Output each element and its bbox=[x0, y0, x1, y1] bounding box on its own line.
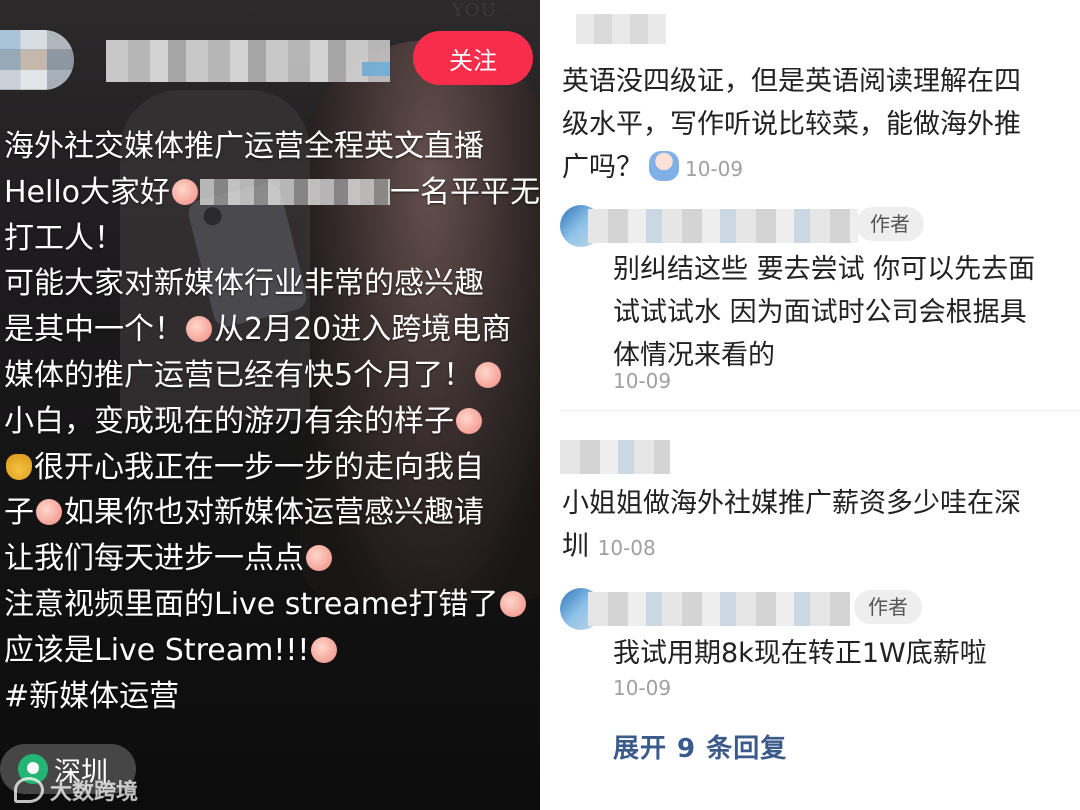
watermark-logo-icon bbox=[14, 777, 44, 803]
sticker-emoji-icon bbox=[311, 636, 338, 663]
comment-line: 我试用期8k现在转正1W底薪啦 bbox=[613, 638, 987, 669]
caption-text: Hello大家好 bbox=[4, 174, 171, 210]
comment-1[interactable]: 英语没四级证，但是英语阅读理解在四 级水平，写作听说比较菜，能做海外推 广吗？ 1… bbox=[562, 60, 1021, 191]
caption-text: 子 bbox=[4, 495, 34, 531]
sticker-emoji-icon bbox=[456, 407, 482, 434]
sticker-emoji-icon bbox=[500, 590, 527, 617]
author-reply-2[interactable]: 我试用期8k现在转正1W底薪啦 bbox=[613, 632, 987, 675]
comment-line: 英语没四级证，但是英语阅读理解在四 bbox=[562, 66, 1021, 97]
sticker-emoji-icon bbox=[186, 316, 212, 343]
watermark: 大数跨境 bbox=[14, 774, 138, 806]
comment-2[interactable]: 小姐姐做海外社媒推广薪资多少哇在深 圳 10-08 bbox=[562, 482, 1021, 570]
caption-line: #新媒体运营 bbox=[4, 674, 540, 720]
blurred-name bbox=[200, 178, 391, 205]
caption-line: 注意视频里面的Live streame打错了 bbox=[4, 582, 540, 628]
creator-avatar[interactable] bbox=[0, 30, 74, 90]
author-name-blurred bbox=[588, 209, 858, 243]
sticker-emoji-icon bbox=[36, 499, 62, 526]
author-name-blurred bbox=[588, 592, 850, 626]
author-badge: 作者 bbox=[854, 590, 922, 624]
caption-text: 应该是Live Stream!!! bbox=[4, 632, 310, 668]
comment-date: 10-09 bbox=[613, 676, 672, 700]
caption-text: 是其中一个！ bbox=[4, 312, 184, 348]
caption-line: 很开心我正在一步一步的走向我自 bbox=[4, 445, 540, 491]
commenter-name-blurred bbox=[560, 440, 670, 474]
caption-line: Hello大家好 一名平平无 bbox=[4, 170, 540, 216]
sticker-emoji-icon bbox=[475, 361, 502, 388]
caption-line: 可能大家对新媒体行业非常的感兴趣 bbox=[4, 261, 540, 307]
caption-line: 打工人！ bbox=[4, 216, 540, 262]
comment-line: 别纠结这些 要去尝试 你可以先去面 bbox=[613, 254, 1036, 285]
expand-replies-link[interactable]: 展开 9 条回复 bbox=[613, 728, 787, 765]
comment-line: 试试试水 因为面试时公司会根据具 bbox=[613, 297, 1027, 328]
follow-button[interactable]: 关注 bbox=[413, 31, 533, 85]
comment-divider bbox=[560, 410, 1080, 411]
caption-text: 如果你也对新媒体运营感兴趣请 bbox=[64, 495, 484, 531]
money-bag-icon bbox=[6, 453, 32, 480]
comments-panel: 英语没四级证，但是英语阅读理解在四 级水平，写作听说比较菜，能做海外推 广吗？ 1… bbox=[540, 0, 1080, 810]
caption-text: 海外社交媒体推广运营全程英文直播 bbox=[4, 129, 484, 164]
sticker-emoji-icon bbox=[306, 545, 332, 572]
comment-line: 体情况来看的 bbox=[613, 340, 775, 371]
watermark-text: 大数跨境 bbox=[50, 780, 139, 805]
caption-line: 是其中一个！ 从2月20进入跨境电商 bbox=[4, 307, 540, 353]
author-reply-1[interactable]: 别纠结这些 要去尝试 你可以先去面 试试试水 因为面试时公司会根据具 体情况来看… bbox=[613, 248, 1035, 377]
comment-line: 圳 bbox=[562, 531, 589, 562]
video-caption: 海外社交媒体推广运营全程英文直播 Hello大家好 一名平平无打工人！ 可能大家对新媒… bbox=[4, 124, 540, 719]
caption-text: 注意视频里面的Live streame打错了 bbox=[4, 586, 499, 622]
comment-line: 级水平，写作听说比较菜，能做海外推 bbox=[562, 109, 1021, 140]
caption-text: #新媒体运营 bbox=[4, 678, 180, 714]
caption-line: 应该是Live Stream!!! bbox=[4, 628, 540, 674]
video-panel: YOU 关注 海外社交媒体推广运营全程英文直播 Hello大家好 一名平平无打工人！… bbox=[0, 0, 540, 810]
caption-text: 小白，变成现在的游刃有余的样子 bbox=[4, 403, 454, 439]
caption-text: 一名平平无 bbox=[390, 174, 540, 210]
author-badge: 作者 bbox=[856, 207, 924, 241]
comment-date: 10-09 bbox=[685, 157, 744, 181]
caption-line: 媒体的推广运营已经有快5个月了！ bbox=[4, 353, 540, 399]
comment-date: 10-08 bbox=[597, 536, 656, 560]
caption-text: 从2月20进入跨境电商 bbox=[214, 312, 512, 348]
comment-line: 小姐姐做海外社媒推广薪资多少哇在深 bbox=[562, 488, 1021, 519]
caption-text: 媒体的推广运营已经有快5个月了！ bbox=[4, 357, 474, 393]
sticker-emoji-icon bbox=[172, 178, 199, 205]
creator-username-blurred bbox=[106, 40, 390, 82]
caption-line: 让我们每天进步一点点 bbox=[4, 536, 540, 582]
caption-line: 海外社交媒体推广运营全程英文直播 bbox=[4, 124, 540, 170]
caption-text: 可能大家对新媒体行业非常的感兴趣 bbox=[4, 266, 484, 302]
comment-date: 10-09 bbox=[613, 369, 672, 393]
caption-text: 让我们每天进步一点点 bbox=[4, 541, 304, 577]
caption-text: 打工人！ bbox=[4, 220, 124, 256]
caption-line: 小白，变成现在的游刃有余的样子 bbox=[4, 399, 540, 445]
caption-text: 很开心我正在一步一步的走向我自 bbox=[34, 449, 484, 485]
caption-line: 子如果你也对新媒体运营感兴趣请 bbox=[4, 490, 540, 536]
comment-line: 广吗？ bbox=[562, 152, 643, 183]
blurred-username bbox=[576, 14, 666, 44]
video-wall-text: YOU bbox=[452, 0, 497, 21]
crying-emoji-icon bbox=[649, 151, 679, 181]
